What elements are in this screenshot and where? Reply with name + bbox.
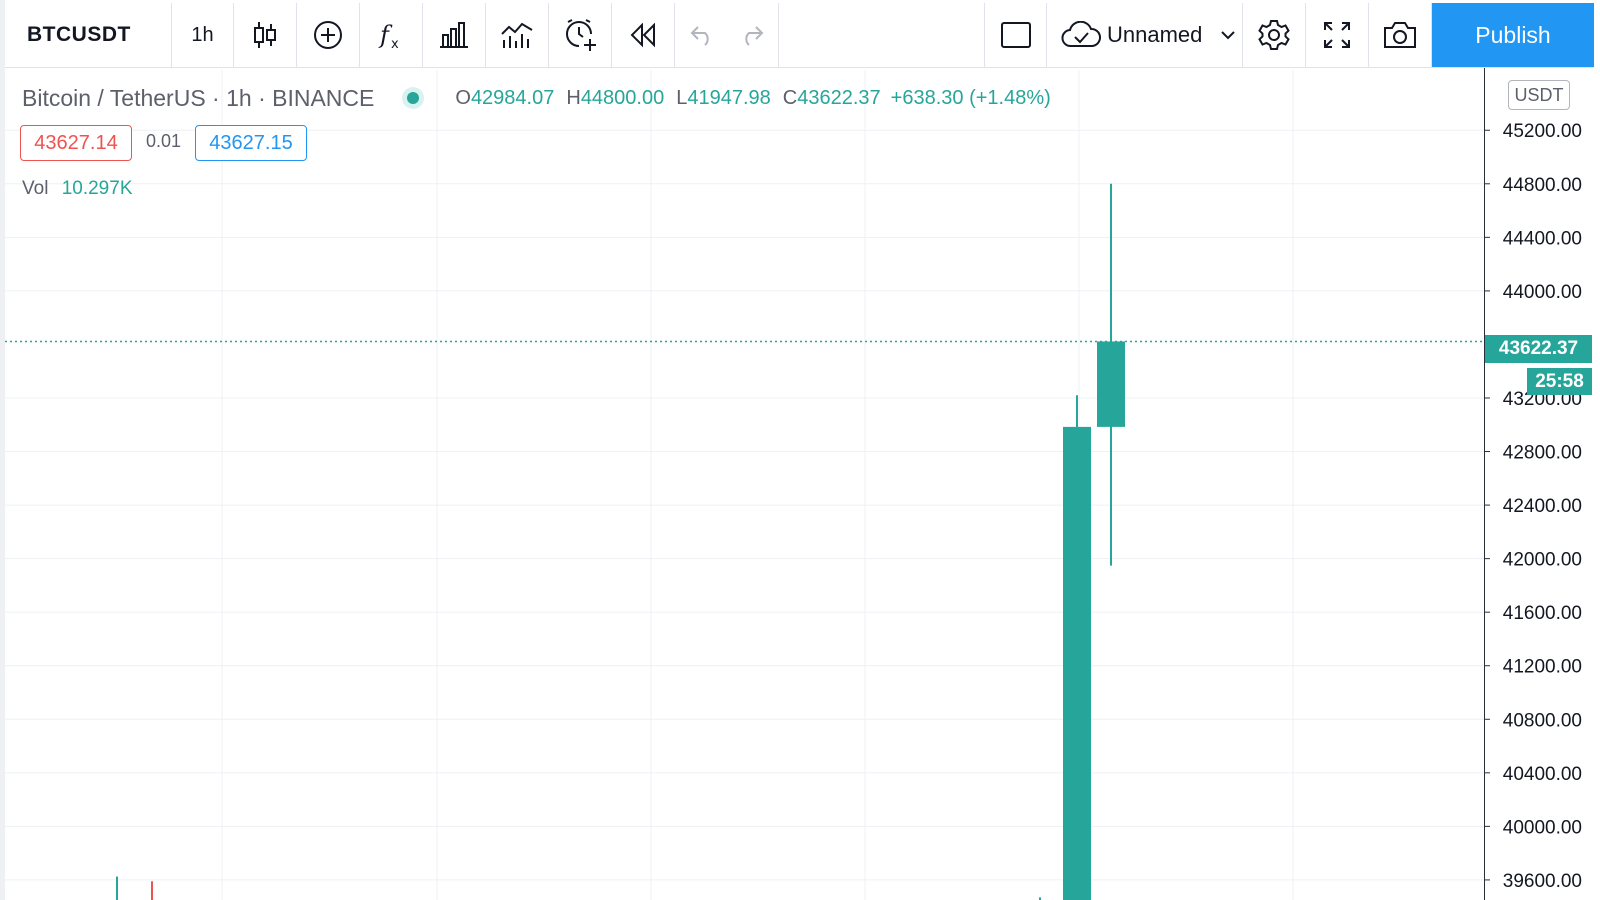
chevron-down-icon[interactable] (1220, 30, 1236, 40)
top-toolbar: BTCUSDT 1h fx Unnamed Publish (5, 3, 1594, 68)
candle-5 (1097, 183, 1125, 566)
spread-value: 0.01 (146, 131, 182, 151)
price-tick-label: 41200.00 (1503, 657, 1582, 678)
redo-icon[interactable] (738, 24, 764, 46)
open-label: O (455, 86, 471, 109)
price-tick-label: 41600.00 (1503, 603, 1582, 624)
svg-text:x: x (391, 37, 399, 51)
cloud-save-icon (1061, 21, 1101, 49)
indicators-button[interactable]: fx (360, 3, 423, 67)
close-label: C (782, 86, 798, 109)
low-label: L (676, 86, 688, 109)
fullscreen-icon (1322, 20, 1352, 50)
candle-body (1097, 341, 1125, 427)
ideas-button[interactable] (486, 3, 549, 67)
publish-button[interactable]: Publish (1432, 3, 1594, 67)
price-tick-label: 42800.00 (1503, 443, 1582, 464)
price-axis-border (1484, 68, 1485, 900)
layout-name-label: Unnamed (1107, 22, 1203, 47)
replay-button[interactable] (612, 3, 675, 67)
price-tick-label: 42400.00 (1503, 496, 1582, 517)
financials-icon (438, 20, 470, 50)
layout-select-button[interactable] (984, 3, 1047, 67)
candle-4 (1063, 395, 1091, 900)
undo-redo-group (675, 3, 779, 67)
layout-select-icon (1000, 21, 1032, 49)
undo-icon[interactable] (690, 24, 716, 46)
alert-icon (563, 18, 597, 52)
snapshot-camera-icon (1382, 20, 1418, 50)
replay-icon (628, 22, 658, 48)
currency-badge[interactable]: USDT (1508, 80, 1570, 110)
price-tick-label: 40800.00 (1503, 710, 1582, 731)
change-value: +638.30 (+1.48%) (890, 86, 1051, 109)
last-price-label: 43622.37 (1485, 335, 1592, 363)
bars-style-icon (251, 20, 279, 50)
candle-body (1063, 426, 1091, 900)
volume-legend: Vol 10.297K (22, 178, 133, 200)
price-tick-label: 45200.00 (1503, 121, 1582, 142)
financials-button[interactable] (423, 3, 486, 67)
chart-style-button[interactable] (234, 3, 297, 67)
symbol-description[interactable]: Bitcoin / TetherUS · 1h · BINANCE (22, 85, 374, 112)
candle-2 (151, 881, 153, 900)
low-value: 41947.98 (687, 86, 771, 109)
sell-bid-button[interactable]: 43627.14 (20, 125, 132, 161)
symbol-search-button[interactable]: BTCUSDT (5, 3, 172, 67)
ideas-chart-icon (500, 20, 534, 50)
price-axis-ticks: 45200.0044800.0044400.0044000.0043200.00… (1484, 121, 1582, 892)
fullscreen-button[interactable] (1306, 3, 1369, 67)
buy-ask-button[interactable]: 43627.15 (195, 125, 307, 161)
alert-button[interactable] (549, 3, 612, 67)
price-tick-label: 42000.00 (1503, 550, 1582, 571)
legend-line: Bitcoin / TetherUS · 1h · BINANCE O 42984… (22, 83, 1051, 113)
indicators-fx-icon: fx (376, 19, 406, 51)
high-label: H (566, 86, 581, 109)
settings-button[interactable] (1243, 3, 1306, 67)
interval-button[interactable]: 1h (172, 3, 234, 67)
chart-grid (5, 70, 1484, 900)
save-layout-button[interactable]: Unnamed (1047, 3, 1243, 67)
snapshot-button[interactable] (1369, 3, 1432, 67)
price-tick-label: 44000.00 (1503, 282, 1582, 303)
settings-gear-icon (1257, 18, 1291, 52)
compare-symbol-button[interactable] (297, 3, 360, 67)
bar-countdown-label: 25:58 (1527, 368, 1592, 395)
price-tick-label: 44800.00 (1503, 175, 1582, 196)
close-value: 43622.37 (797, 86, 881, 109)
price-tick-label: 39600.00 (1503, 871, 1582, 892)
volume-label: Vol (22, 178, 49, 199)
open-value: 42984.07 (470, 86, 555, 109)
high-value: 44800.00 (580, 86, 665, 109)
market-open-indicator (407, 92, 420, 104)
compare-add-icon (312, 19, 344, 51)
price-tick-label: 40400.00 (1503, 764, 1582, 785)
price-tick-label: 40000.00 (1503, 817, 1582, 838)
price-tick-label: 44400.00 (1503, 228, 1582, 249)
volume-value: 10.297K (61, 178, 133, 199)
